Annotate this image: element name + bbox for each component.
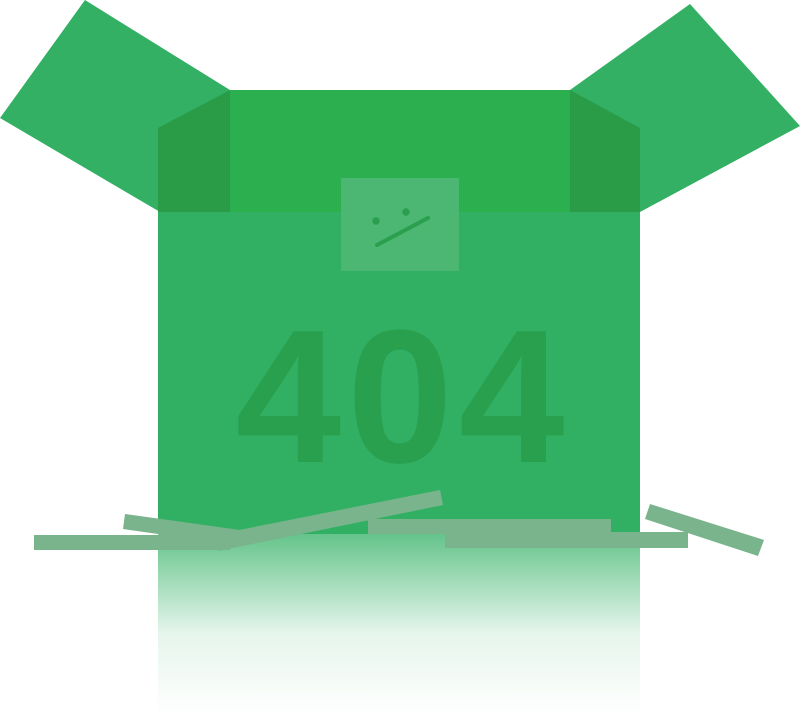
box-label (341, 178, 459, 271)
error-404-illustration: 404 (0, 0, 800, 716)
face-right-eye (402, 208, 410, 216)
box-reflection (158, 534, 640, 716)
error-code: 404 (235, 291, 570, 503)
open-box-graphic: 404 (0, 0, 800, 716)
face-left-eye (372, 217, 380, 225)
plank (645, 504, 764, 556)
plank (445, 532, 688, 548)
plank (368, 519, 611, 534)
